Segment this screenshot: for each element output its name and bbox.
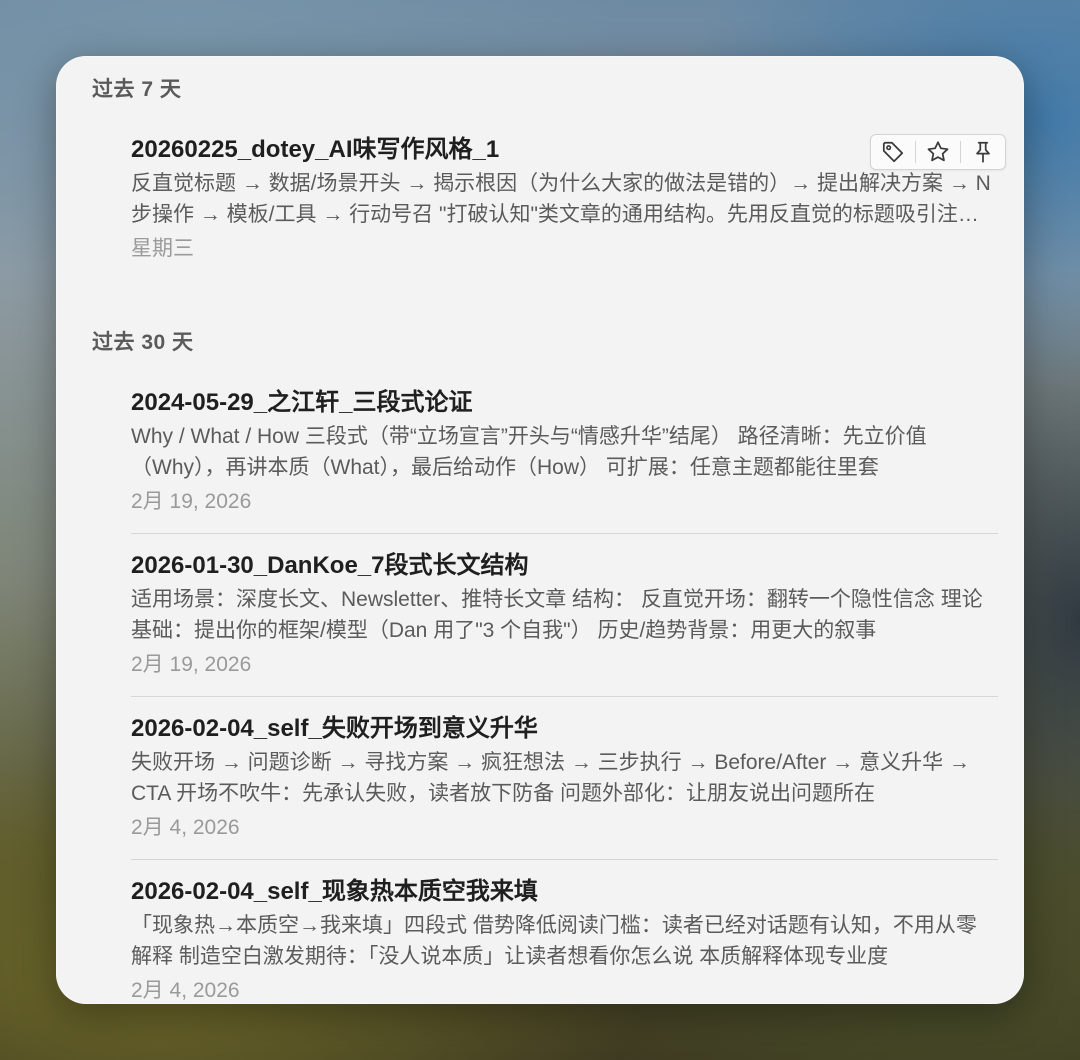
note-date: 2月 4, 2026: [131, 979, 240, 1002]
note-date: 2月 4, 2026: [131, 816, 240, 839]
tag-icon: [882, 141, 904, 163]
star-icon: [927, 141, 949, 162]
list-item[interactable]: 2026-02-04_self_失败开场到意义升华 失败开场 → 问题诊断 → …: [131, 713, 998, 843]
note-excerpt: Why / What / How 三段式（带“立场宣言”开头与“情感升华”结尾）…: [131, 425, 927, 479]
tag-button[interactable]: [871, 135, 915, 169]
favorite-button[interactable]: [916, 135, 960, 169]
note-title: 20260225_dotey_AI味写作风格_1: [131, 136, 500, 163]
list-item[interactable]: 20260225_dotey_AI味写作风格_1 反直觉标题 → 数据/场景开头…: [131, 134, 998, 264]
divider: [131, 533, 998, 534]
list-item[interactable]: 2024-05-29_之江轩_三段式论证 Why / What / How 三段…: [131, 387, 998, 517]
section-header-last-7-days: 过去 7 天: [92, 78, 182, 101]
pin-button[interactable]: [961, 135, 1005, 169]
note-date: 星期三: [131, 237, 194, 260]
pin-icon: [976, 141, 990, 163]
note-excerpt: 「现象热→本质空→我来填」四段式 借势降低阅读门槛：读者已经对话题有认知，不用从…: [131, 914, 977, 968]
note-title: 2026-02-04_self_失败开场到意义升华: [131, 715, 538, 742]
note-title: 2024-05-29_之江轩_三段式论证: [131, 389, 473, 416]
note-excerpt: 失败开场 → 问题诊断 → 寻找方案 → 疯狂想法 → 三步执行 → Befor…: [131, 751, 970, 805]
note-date: 2月 19, 2026: [131, 490, 252, 513]
notes-list-panel: 过去 7 天 20260225_dotey_AI味写作风格_1 反直觉标题 → …: [56, 56, 1024, 1004]
note-title: 2026-02-04_self_现象热本质空我来填: [131, 878, 538, 905]
list-item[interactable]: 2026-01-30_DanKoe_7段式长文结构 适用场景：深度长文、News…: [131, 550, 998, 680]
divider: [131, 859, 998, 860]
divider: [131, 696, 998, 697]
note-excerpt: 反直觉标题 → 数据/场景开头 → 揭示根因（为什么大家的做法是错的）→ 提出解…: [131, 172, 991, 226]
note-actions-toolbar: [870, 134, 1006, 170]
note-title: 2026-01-30_DanKoe_7段式长文结构: [131, 552, 529, 579]
note-date: 2月 19, 2026: [131, 653, 252, 676]
list-item[interactable]: 2026-02-04_self_现象热本质空我来填 「现象热→本质空→我来填」四…: [131, 876, 998, 1004]
note-excerpt: 适用场景：深度长文、Newsletter、推特长文章 结构： 反直觉开场：翻转一…: [131, 588, 983, 642]
section-header-last-30-days: 过去 30 天: [92, 331, 194, 354]
